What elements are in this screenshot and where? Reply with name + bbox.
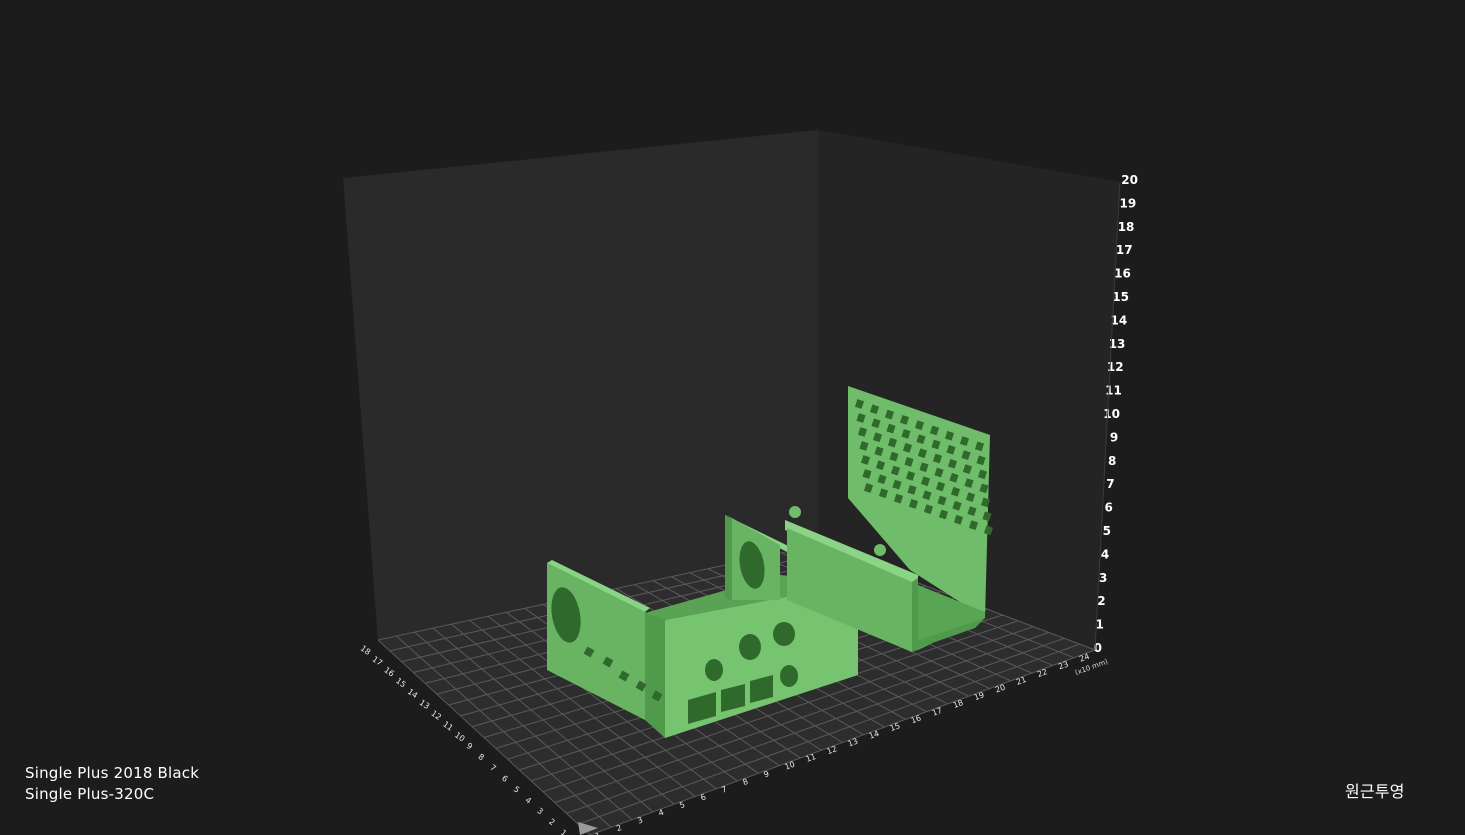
z-axis-tick-label: 3 (1099, 571, 1107, 585)
y-axis-tick-label: 13 (418, 698, 432, 711)
x-axis-tick-label: 16 (910, 713, 923, 725)
x-axis-tick-label: 3 (636, 815, 644, 825)
x-axis-tick-label: 8 (741, 777, 749, 787)
z-axis-tick-label: 5 (1103, 524, 1111, 538)
z-axis-tick-label: 10 (1103, 407, 1120, 421)
z-axis-tick-label: 18 (1118, 220, 1135, 234)
y-axis-tick-label: 4 (524, 795, 533, 805)
x-axis-tick-label: 5 (678, 800, 686, 810)
y-axis-tick-label: 12 (429, 709, 443, 722)
z-axis-tick-label: 15 (1112, 290, 1129, 304)
z-axis-tick-label: 9 (1110, 430, 1118, 444)
x-axis-tick-label: 17 (931, 706, 944, 718)
projection-mode-toggle[interactable]: 원근투영 (1345, 781, 1405, 802)
x-axis-tick-label: 4 (657, 808, 665, 818)
x-axis-tick-label: 21 (1015, 675, 1028, 687)
y-axis-tick-label: 3 (535, 806, 544, 816)
x-axis-tick-label: 20 (994, 683, 1007, 695)
x-axis-tick-label: 13 (847, 737, 860, 749)
z-axis-tick-label: 7 (1106, 477, 1114, 491)
x-axis-tick-label: 23 (1057, 660, 1070, 672)
x-axis-tick-label: 24 (1078, 652, 1091, 664)
z-axis-tick-label: 16 (1114, 267, 1131, 281)
machine-info-panel: Single Plus 2018 Black Single Plus-320C (25, 763, 199, 805)
y-axis-tick-label: 18 (359, 644, 373, 657)
z-axis-tick-label: 11 (1105, 384, 1122, 398)
x-axis-tick-label: 14 (868, 729, 881, 741)
y-axis-tick-label: 5 (512, 785, 521, 795)
z-axis-tick-label: 20 (1121, 173, 1138, 187)
z-axis-tick-label: 8 (1108, 454, 1116, 468)
y-axis-tick-label: 11 (441, 720, 455, 733)
z-axis-tick-label: 19 (1119, 196, 1136, 210)
x-axis-tick-label: 15 (889, 721, 902, 733)
x-axis-tick-label: 6 (699, 792, 707, 802)
x-axis-tick-label: 12 (826, 744, 839, 756)
y-axis-tick-label: 7 (488, 763, 497, 773)
y-axis-tick-label: 6 (500, 774, 509, 784)
z-axis-tick-label: 2 (1097, 594, 1105, 608)
z-axis-tick-label: 17 (1116, 243, 1133, 257)
y-axis-tick-label: 2 (547, 817, 556, 827)
x-axis-tick-label: 18 (952, 698, 965, 710)
x-axis-tick-label: 22 (1036, 667, 1049, 679)
x-axis-tick-label: 11 (805, 752, 818, 764)
y-axis-tick-label: 15 (394, 676, 408, 689)
y-axis-tick-label: 9 (465, 741, 474, 751)
y-axis-tick-label: 10 (453, 730, 467, 743)
3d-build-volume-viewport[interactable]: 01234567891011121314151617181920 1234567… (0, 0, 1465, 835)
x-axis-tick-label: 7 (720, 785, 728, 795)
x-axis-tick-label: 9 (762, 769, 770, 779)
y-axis-tick-label: 17 (371, 655, 385, 668)
y-axis-tick-label: 16 (382, 665, 396, 678)
z-axis-tick-label: 6 (1104, 501, 1112, 515)
x-axis-tick-label: 2 (615, 823, 623, 833)
machine-name: Single Plus 2018 Black (25, 764, 200, 782)
y-axis-tick-label: 14 (406, 687, 420, 700)
x-axis-tick-label: 10 (784, 760, 797, 772)
y-axis-tick-label: 8 (477, 752, 486, 762)
y-axis-tick-label: 1 (559, 828, 568, 835)
z-axis-tick-label: 4 (1101, 547, 1109, 561)
machine-model: Single Plus-320C (25, 785, 155, 803)
x-axis-tick-label: 19 (973, 690, 986, 702)
